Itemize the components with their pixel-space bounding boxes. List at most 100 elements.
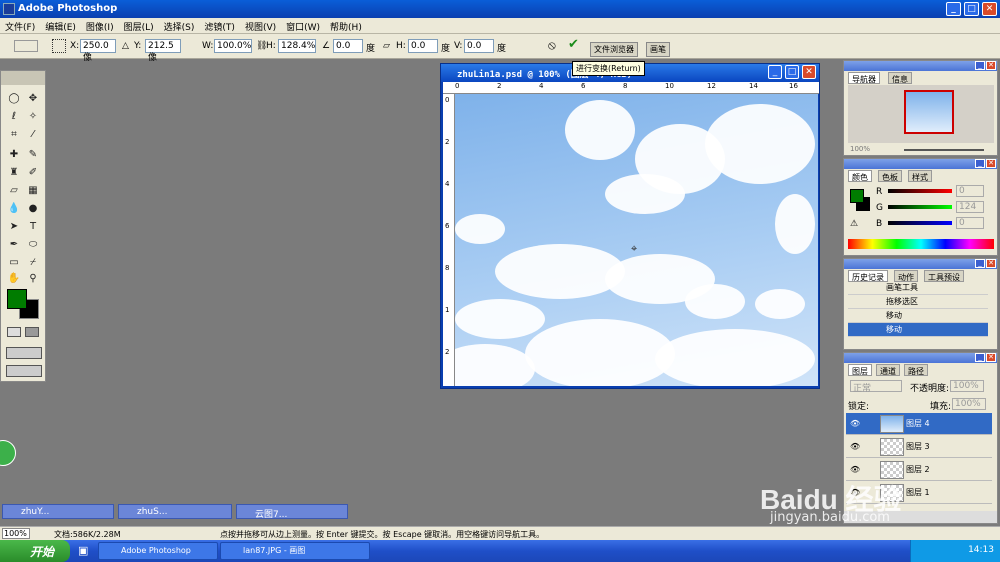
g-field[interactable]: 124	[956, 201, 984, 213]
w-field[interactable]: 100.0%	[214, 39, 252, 53]
opacity-field[interactable]: 100%	[950, 380, 984, 392]
y-field[interactable]: 212.5 像	[145, 39, 181, 63]
screen-mode-icons[interactable]	[6, 347, 42, 359]
marquee-tool-icon[interactable]: ◯	[6, 91, 22, 106]
menu-select[interactable]: 选择(S)	[159, 18, 200, 33]
doc-restore-button[interactable]: □	[785, 65, 799, 79]
panel-close-button[interactable]: ✕	[986, 353, 996, 362]
menu-layer[interactable]: 图层(L)	[119, 18, 159, 33]
zoom-slider[interactable]	[904, 149, 984, 151]
gradient-tool-icon[interactable]: ▦	[25, 183, 41, 198]
healing-tool-icon[interactable]: ✚	[6, 147, 22, 162]
quickmask-mode-icon[interactable]	[25, 327, 39, 337]
menu-window[interactable]: 窗口(W)	[281, 18, 325, 33]
history-item[interactable]: 移动	[848, 309, 988, 323]
g-slider[interactable]	[888, 205, 952, 209]
desktop-icon[interactable]: ▣	[78, 544, 88, 557]
slice-tool-icon[interactable]: ⁄	[25, 127, 41, 142]
gamut-warning-icon[interactable]: ⚠	[850, 219, 858, 229]
history-item[interactable]: 拖移选区	[848, 295, 988, 309]
layer-row[interactable]: 👁 图层 3	[846, 436, 992, 458]
eraser-tool-icon[interactable]: ▱	[6, 183, 22, 198]
type-tool-icon[interactable]: T	[25, 219, 41, 234]
panel-minimize-button[interactable]: _	[975, 259, 985, 268]
start-button[interactable]: 开始	[0, 540, 70, 562]
dodge-tool-icon[interactable]: ●	[25, 201, 41, 216]
tab-paths[interactable]: 路径	[904, 364, 928, 376]
crop-tool-icon[interactable]: ⌗	[6, 127, 22, 142]
hskew-field[interactable]: 0.0	[408, 39, 438, 53]
navigator-zoom[interactable]: 100%	[850, 145, 870, 153]
menu-file[interactable]: 文件(F)	[0, 18, 40, 33]
zoom-tool-icon[interactable]: ⚲	[25, 271, 41, 286]
vskew-field[interactable]: 0.0	[464, 39, 494, 53]
doc-minimize-button[interactable]: _	[768, 65, 782, 79]
tab-channels[interactable]: 通道	[876, 364, 900, 376]
tab-info[interactable]: 信息	[888, 72, 912, 84]
panel-minimize-button[interactable]: _	[975, 61, 985, 70]
task-photoshop[interactable]: Adobe Photoshop	[98, 542, 218, 560]
standard-mode-icon[interactable]	[7, 327, 21, 337]
history-item[interactable]: 移动	[848, 323, 988, 337]
tab-color[interactable]: 颜色	[848, 170, 872, 182]
panel-close-button[interactable]: ✕	[986, 61, 996, 70]
h-field[interactable]: 128.4%	[278, 39, 316, 53]
menu-view[interactable]: 视图(V)	[240, 18, 281, 33]
r-slider[interactable]	[888, 189, 952, 193]
minimized-doc[interactable]: zhuY...	[2, 504, 114, 519]
close-button[interactable]: ✕	[982, 2, 997, 16]
eye-icon[interactable]: 👁	[850, 413, 860, 435]
menu-help[interactable]: 帮助(H)	[325, 18, 367, 33]
tab-brushes[interactable]: 画笔	[646, 42, 670, 57]
menu-edit[interactable]: 编辑(E)	[40, 18, 81, 33]
status-doc-size[interactable]: 文档:586K/2.28M	[54, 529, 121, 540]
color-ramp[interactable]	[848, 239, 994, 249]
cancel-transform-icon[interactable]: ⦸	[548, 38, 556, 53]
transform-center-icon[interactable]: ⌖	[631, 242, 637, 256]
tab-swatches[interactable]: 色板	[878, 170, 902, 182]
notes-tool-icon[interactable]: ▭	[6, 255, 22, 270]
lasso-tool-icon[interactable]: ℓ	[6, 109, 22, 124]
status-zoom-field[interactable]: 100%	[2, 528, 30, 539]
fill-field[interactable]: 100%	[952, 398, 986, 410]
menu-image[interactable]: 图像(I)	[81, 18, 119, 33]
menu-filter[interactable]: 滤镜(T)	[199, 18, 240, 33]
panel-close-button[interactable]: ✕	[986, 259, 996, 268]
blur-tool-icon[interactable]: 💧	[6, 201, 22, 216]
foreground-color-swatch[interactable]	[7, 289, 27, 309]
panel-close-button[interactable]: ✕	[986, 159, 996, 168]
history-item[interactable]: 画笔工具	[848, 281, 988, 295]
reference-point-icon[interactable]	[52, 39, 66, 53]
move-tool-icon[interactable]: ✥	[25, 91, 41, 106]
tool-preset-icon[interactable]	[14, 40, 38, 52]
commit-transform-icon[interactable]: ✔	[568, 37, 579, 52]
magic-wand-icon[interactable]: ✧	[25, 109, 41, 124]
eyedropper-icon[interactable]: ⌿	[25, 255, 41, 270]
task-paint[interactable]: lan87.JPG - 画图	[220, 542, 370, 560]
minimized-doc[interactable]: 云图7...	[236, 504, 348, 520]
jump-to-imageready-icon[interactable]	[6, 365, 42, 377]
minimized-doc[interactable]: zhuS...	[118, 504, 232, 519]
doc-close-button[interactable]: ✕	[802, 65, 816, 79]
history-brush-icon[interactable]: ✐	[25, 165, 41, 180]
minimize-button[interactable]: _	[946, 2, 961, 16]
tab-navigator[interactable]: 导航器	[848, 72, 880, 84]
panel-minimize-button[interactable]: _	[975, 353, 985, 362]
tab-file-browser[interactable]: 文件浏览器	[590, 42, 638, 57]
stamp-tool-icon[interactable]: ♜	[6, 165, 22, 180]
angle-field[interactable]: 0.0	[333, 39, 363, 53]
navigator-preview[interactable]	[848, 85, 994, 143]
blend-mode-select[interactable]: 正常	[850, 380, 902, 394]
b-slider[interactable]	[888, 221, 952, 225]
shape-tool-icon[interactable]: ⬭	[25, 237, 41, 252]
tab-layers[interactable]: 图层	[848, 364, 872, 376]
panel-minimize-button[interactable]: _	[975, 159, 985, 168]
pen-tool-icon[interactable]: ✒	[6, 237, 22, 252]
path-select-icon[interactable]: ➤	[6, 219, 22, 234]
hand-tool-icon[interactable]: ✋	[6, 271, 22, 286]
color-fg-swatch[interactable]	[850, 189, 864, 203]
eye-icon[interactable]: 👁	[850, 436, 860, 458]
tab-styles[interactable]: 样式	[908, 170, 932, 182]
x-field[interactable]: 250.0 像	[80, 39, 116, 63]
r-field[interactable]: 0	[956, 185, 984, 197]
